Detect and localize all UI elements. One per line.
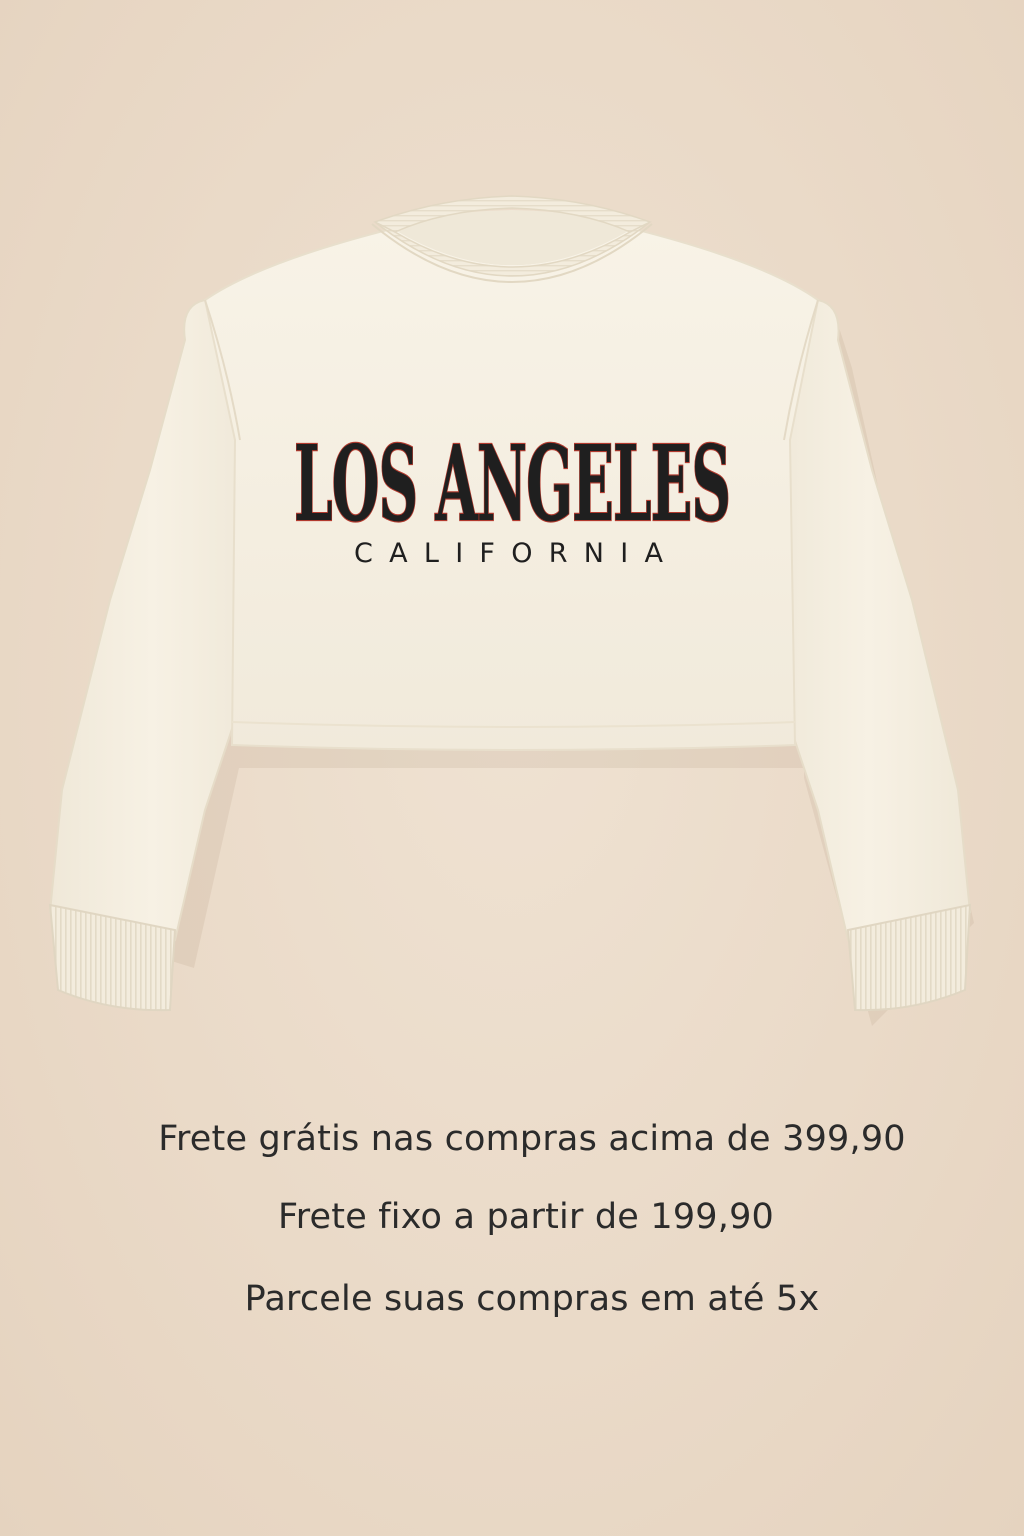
free-shipping-text: Frete grátis nas compras acima de 399,90 — [158, 1119, 906, 1159]
installments-text: Parcele suas compras em até 5x — [244, 1279, 820, 1319]
product-image: LOS ANGELES CALIFORNIA — [48, 195, 974, 1026]
left-sleeve — [48, 298, 257, 942]
print-main-text: LOS ANGELES — [294, 422, 730, 545]
fixed-shipping-text: Frete fixo a partir de 199,90 — [277, 1197, 775, 1237]
print-sub-text: CALIFORNIA — [354, 538, 670, 569]
